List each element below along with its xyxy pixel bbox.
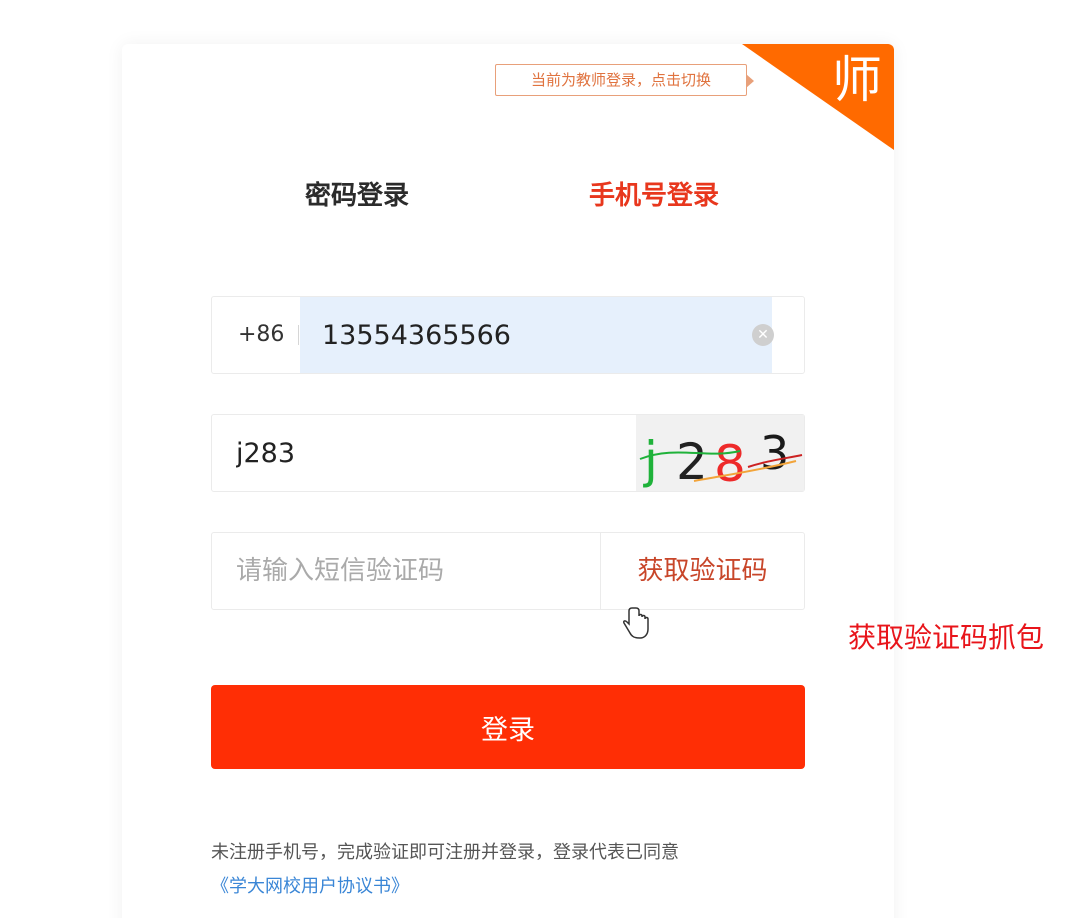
user-agreement-link[interactable]: 《学大网校用户协议书》 bbox=[211, 870, 811, 904]
agreement-text: 未注册手机号，完成验证即可注册并登录，登录代表已同意 bbox=[211, 842, 679, 863]
country-code-divider bbox=[298, 325, 299, 345]
sms-code-input[interactable] bbox=[212, 533, 600, 609]
captcha-char-1: j bbox=[643, 431, 658, 489]
tab-password-login[interactable]: 密码登录 bbox=[305, 174, 409, 218]
agreement-notice: 未注册手机号，完成验证即可注册并登录，登录代表已同意 《学大网校用户协议书》 bbox=[211, 836, 811, 904]
hand-cursor-icon bbox=[623, 607, 649, 639]
sms-code-field: 获取验证码 bbox=[211, 532, 805, 610]
annotation-note: 获取验证码抓包 bbox=[848, 621, 1045, 654]
captcha-field: j 2 8 3 bbox=[211, 414, 805, 493]
login-card: 当前为教师登录，点击切换 师 密码登录 手机号登录 +86 ✕ j 2 bbox=[122, 44, 894, 918]
login-tabs: 密码登录 手机号登录 bbox=[122, 174, 894, 218]
captcha-char-2: 2 bbox=[676, 433, 708, 491]
phone-input[interactable] bbox=[300, 297, 772, 373]
teacher-role-badge[interactable]: 师 bbox=[742, 44, 894, 150]
switch-login-role-tip[interactable]: 当前为教师登录，点击切换 bbox=[495, 64, 754, 96]
clear-icon[interactable]: ✕ bbox=[752, 324, 774, 346]
country-code[interactable]: +86 bbox=[238, 297, 284, 373]
page: 当前为教师登录，点击切换 师 密码登录 手机号登录 +86 ✕ j 2 bbox=[0, 0, 1092, 918]
teacher-badge-label: 师 bbox=[832, 51, 882, 109]
get-sms-code-button[interactable]: 获取验证码 bbox=[601, 533, 804, 609]
login-button[interactable]: 登录 bbox=[211, 685, 805, 769]
captcha-char-3: 8 bbox=[714, 435, 746, 491]
phone-field: +86 ✕ bbox=[211, 296, 805, 374]
captcha-char-4: 3 bbox=[760, 426, 789, 480]
captcha-graphic: j 2 8 3 bbox=[636, 415, 804, 493]
captcha-input[interactable] bbox=[212, 415, 632, 491]
captcha-image[interactable]: j 2 8 3 bbox=[636, 415, 804, 493]
tab-phone-login[interactable]: 手机号登录 bbox=[589, 174, 719, 218]
